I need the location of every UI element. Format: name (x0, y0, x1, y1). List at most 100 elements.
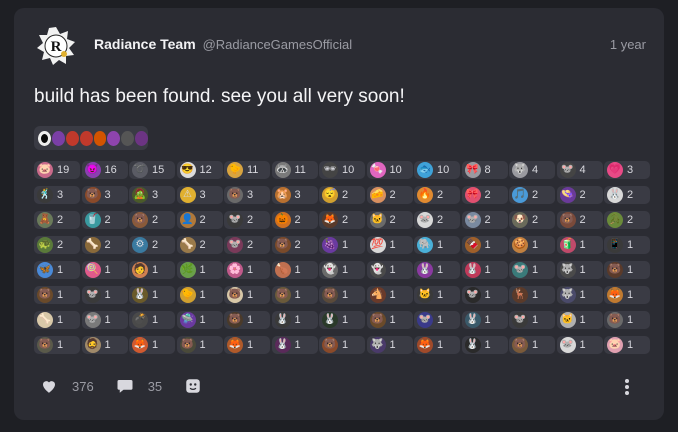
reaction-chip[interactable]: 🐰 1 (461, 261, 508, 279)
reaction-chip[interactable]: 🐭 1 (461, 286, 508, 304)
reaction-chip[interactable]: 🐰 1 (319, 311, 365, 329)
reaction-chip[interactable]: 🐘 1 (414, 236, 460, 254)
author-handle[interactable]: @RadianceGamesOfficial (203, 37, 353, 52)
reaction-chip[interactable]: 🐻 1 (176, 336, 223, 354)
reaction-chip[interactable]: 👻 1 (319, 261, 365, 279)
reaction-chip[interactable]: 🐱 2 (366, 211, 413, 229)
reaction-chip[interactable]: 🌿 1 (176, 261, 223, 279)
reaction-chip[interactable]: ⚠ 3 (176, 186, 223, 204)
reaction-chip[interactable]: 🐰 1 (461, 336, 508, 354)
reaction-chip[interactable]: 🦋 1 (34, 261, 80, 279)
reaction-chip[interactable]: 🐭 1 (556, 336, 603, 354)
reaction-chip[interactable]: 🐻 3 (224, 186, 270, 204)
reaction-chip[interactable]: 🐰 1 (271, 336, 318, 354)
reaction-chip[interactable]: 🐟 10 (414, 161, 460, 179)
reaction-chip[interactable]: 🍭 1 (81, 261, 128, 279)
reaction-chip[interactable]: 🦊 1 (129, 336, 175, 354)
reaction-chip[interactable]: 🐭 1 (81, 311, 128, 329)
reaction-chip[interactable]: 🦝 11 (271, 161, 318, 179)
reaction-chip[interactable]: 🐻 3 (81, 186, 128, 204)
reaction-chip[interactable]: 💣 1 (129, 311, 175, 329)
reaction-chip[interactable]: 🐭 1 (509, 311, 555, 329)
like-button[interactable]: 376 (40, 377, 94, 395)
reaction-chip[interactable]: 🍪 1 (509, 236, 555, 254)
reaction-chip[interactable]: 🐻 1 (604, 261, 650, 279)
reaction-chip[interactable]: 🥤 2 (81, 211, 128, 229)
reaction-chip[interactable]: 😈 16 (81, 161, 128, 179)
reaction-chip[interactable]: 🍫 1 (461, 236, 508, 254)
reaction-chip[interactable]: 🔥 2 (414, 186, 460, 204)
reaction-chip[interactable]: 📱 1 (604, 236, 650, 254)
reaction-chip[interactable]: 🦊 1 (224, 336, 270, 354)
reaction-chip[interactable]: ➰ 15 (129, 161, 175, 179)
reaction-chip[interactable]: 🐺 1 (366, 336, 413, 354)
reaction-chip[interactable]: 🎀 2 (461, 186, 508, 204)
reaction-chip[interactable]: 🕶 10 (319, 161, 365, 179)
reaction-chip[interactable]: 🐰 1 (129, 286, 175, 304)
reaction-chip[interactable]: 🦊 1 (604, 286, 650, 304)
reaction-chip[interactable]: 🐭 2 (414, 211, 460, 229)
reaction-chip[interactable]: 🐰 1 (461, 311, 508, 329)
reaction-chip[interactable]: 🐭 2 (224, 211, 270, 229)
reaction-chip[interactable]: 👤 2 (176, 211, 223, 229)
reaction-chip[interactable]: 🐱 1 (414, 286, 460, 304)
reaction-chip[interactable]: ⚙ 2 (129, 236, 175, 254)
reaction-chip[interactable]: 🧔 1 (81, 336, 128, 354)
reaction-chip[interactable]: 🐻 2 (129, 211, 175, 229)
reaction-chip[interactable]: 🐶 2 (509, 211, 555, 229)
reaction-chip[interactable]: 👒 2 (556, 186, 603, 204)
reaction-chip[interactable]: 🦌 1 (509, 286, 555, 304)
reaction-chip[interactable]: 🧸 2 (34, 211, 80, 229)
embedded-icon-strip[interactable] (34, 126, 148, 150)
reaction-chip[interactable]: 🐰 1 (414, 261, 460, 279)
author-name[interactable]: Radiance Team (94, 36, 196, 52)
reaction-chip[interactable]: 🐭 4 (556, 161, 603, 179)
reaction-chip[interactable]: 😎 12 (176, 161, 223, 179)
reaction-chip[interactable]: 😴 2 (319, 186, 365, 204)
reaction-chip[interactable]: 🐺 4 (509, 161, 555, 179)
reaction-chip[interactable]: 🧀 2 (366, 186, 413, 204)
reaction-chip[interactable]: 🐱 1 (556, 311, 603, 329)
reaction-chip[interactable]: 🐻 1 (271, 286, 318, 304)
reaction-chip[interactable]: 🐻 1 (224, 286, 270, 304)
reaction-chip[interactable]: 🐭 1 (509, 261, 555, 279)
author-avatar[interactable]: R (36, 26, 76, 66)
reaction-chip[interactable]: 🎵 2 (509, 186, 555, 204)
reaction-chip[interactable]: 🐺 1 (556, 261, 603, 279)
reaction-chip[interactable]: 🧑 1 (129, 261, 175, 279)
reaction-chip[interactable]: 🧟 3 (129, 186, 175, 204)
reaction-chip[interactable]: 🍬 10 (366, 161, 413, 179)
reaction-chip[interactable]: 🕺 3 (34, 186, 80, 204)
reaction-chip[interactable]: 🐴 1 (366, 286, 413, 304)
reaction-chip[interactable]: 🍇 1 (319, 236, 365, 254)
reaction-chip[interactable]: 🛸 1 (176, 311, 223, 329)
post-time[interactable]: 1 year (610, 37, 646, 52)
reaction-chip[interactable]: 🐤 1 (176, 286, 223, 304)
reaction-chip[interactable]: 💗 3 (604, 161, 650, 179)
reaction-chip[interactable]: 🐻 1 (319, 336, 365, 354)
reaction-chip[interactable]: 🐰 2 (604, 186, 650, 204)
reaction-chip[interactable]: 🎀 8 (461, 161, 508, 179)
comment-button[interactable]: 35 (116, 377, 162, 395)
reaction-chip[interactable]: 🍗 1 (271, 261, 318, 279)
reaction-chip[interactable]: 🌸 1 (224, 261, 270, 279)
add-reaction-button[interactable] (184, 377, 216, 395)
reaction-chip[interactable]: 🐭 2 (224, 236, 270, 254)
reaction-chip[interactable]: 🐻 1 (34, 286, 80, 304)
reaction-chip[interactable]: 🦊 1 (414, 336, 460, 354)
more-options-button[interactable] (624, 378, 630, 396)
reaction-chip[interactable]: 🐊 2 (604, 211, 650, 229)
reaction-chip[interactable]: 🐢 2 (34, 236, 80, 254)
reaction-chip[interactable]: 🐷 1 (604, 336, 650, 354)
reaction-chip[interactable]: 🐭 2 (461, 211, 508, 229)
reaction-chip[interactable]: 🐰 1 (271, 311, 318, 329)
reaction-chip[interactable]: 🐻 1 (224, 311, 270, 329)
reaction-chip[interactable]: 🦴 2 (81, 236, 128, 254)
reaction-chip[interactable]: 🐤 11 (224, 161, 270, 179)
reaction-chip[interactable]: 🐺 1 (556, 286, 603, 304)
reaction-chip[interactable]: 🐻 1 (509, 336, 555, 354)
reaction-chip[interactable]: 🐷 19 (34, 161, 80, 179)
reaction-chip[interactable]: 🐻 2 (556, 211, 603, 229)
reaction-chip[interactable]: 🐭 1 (414, 311, 460, 329)
reaction-chip[interactable]: 🐹 3 (271, 186, 318, 204)
